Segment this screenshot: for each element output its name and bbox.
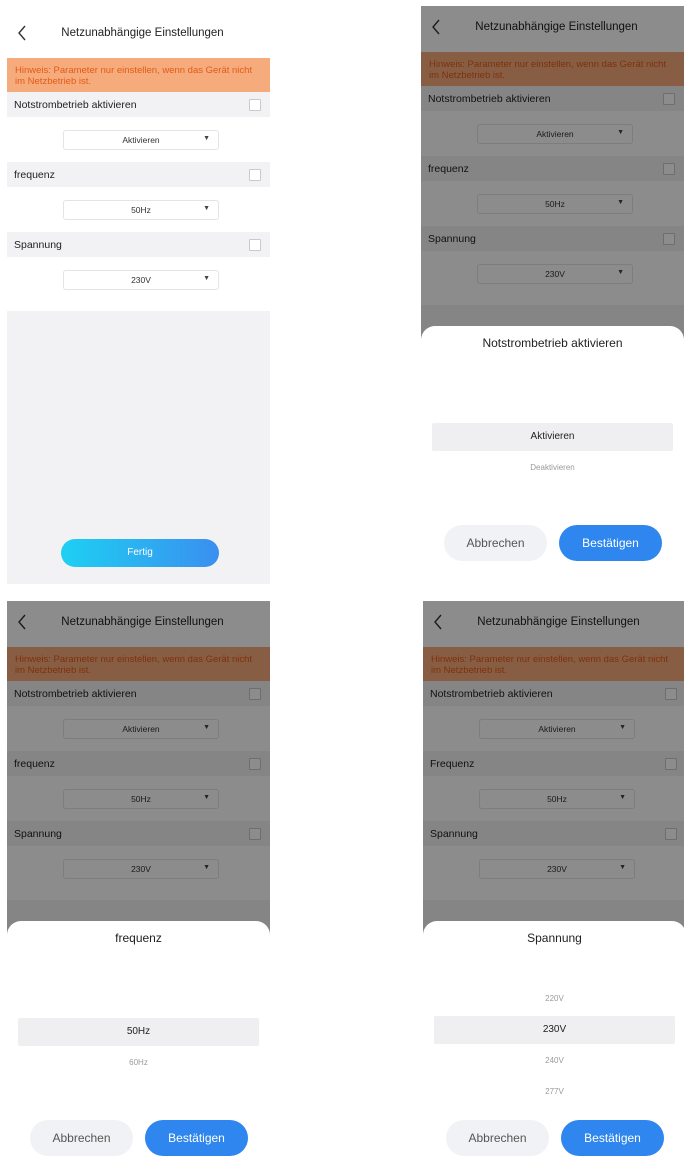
setting-row-frequency: frequenz: [7, 162, 270, 187]
cancel-button[interactable]: Abbrechen: [30, 1120, 133, 1156]
select-value: 50Hz: [131, 205, 151, 215]
picker-option[interactable]: Deaktivieren: [432, 454, 673, 482]
picker-title: Notstrombetrieb aktivieren: [482, 336, 623, 350]
picker-title: frequenz: [115, 931, 162, 945]
picker-option[interactable]: 60Hz: [18, 1049, 259, 1077]
select-row: Aktivieren ▼: [7, 117, 270, 162]
confirm-button[interactable]: Bestätigen: [559, 525, 662, 561]
triangle-down-icon: ▼: [203, 135, 210, 142]
select-value: Aktivieren: [122, 135, 160, 145]
screen-settings: Netzunabhängige Einstellungen Hinweis: P…: [7, 12, 270, 584]
setting-label: Notstrombetrieb aktivieren: [14, 99, 137, 111]
picker-title: Spannung: [527, 931, 582, 945]
notice-banner: Hinweis: Parameter nur einstellen, wenn …: [7, 58, 270, 92]
checkbox[interactable]: [249, 169, 261, 181]
screen-emergency-picker: Netzunabhängige Einstellungen Hinweis: P…: [421, 6, 684, 578]
cancel-button[interactable]: Abbrechen: [444, 525, 547, 561]
cancel-button[interactable]: Abbrechen: [446, 1120, 549, 1156]
picker-option[interactable]: 277V: [434, 1078, 675, 1106]
confirm-button[interactable]: Bestätigen: [145, 1120, 248, 1156]
setting-label: Spannung: [14, 239, 62, 251]
voltage-select[interactable]: 230V ▼: [63, 270, 219, 290]
triangle-down-icon: ▼: [203, 205, 210, 212]
emergency-mode-select[interactable]: Aktivieren ▼: [63, 130, 219, 150]
checkbox[interactable]: [249, 99, 261, 111]
picker-option[interactable]: 50Hz: [18, 1018, 259, 1046]
picker-sheet: Notstrombetrieb aktivieren Aktivieren De…: [421, 326, 684, 578]
done-button[interactable]: Fertig: [61, 539, 219, 567]
page-title: Netzunabhängige Einstellungen: [61, 27, 224, 39]
checkbox[interactable]: [249, 239, 261, 251]
header: Netzunabhängige Einstellungen: [7, 12, 270, 58]
select-row: 230V ▼: [7, 257, 270, 302]
setting-row-voltage: Spannung: [7, 232, 270, 257]
picker-option[interactable]: 220V: [434, 985, 675, 1013]
confirm-button[interactable]: Bestätigen: [561, 1120, 664, 1156]
picker-sheet: Spannung 220V 230V 240V 277V Abbrechen B…: [423, 921, 684, 1173]
frequency-select[interactable]: 50Hz ▼: [63, 200, 219, 220]
picker-option[interactable]: 240V: [434, 1047, 675, 1075]
setting-label: frequenz: [14, 169, 55, 181]
picker-sheet: frequenz 50Hz 60Hz Abbrechen Bestätigen: [7, 921, 270, 1173]
select-value: 230V: [131, 275, 151, 285]
setting-row-emergency: Notstrombetrieb aktivieren: [7, 92, 270, 117]
picker-option[interactable]: Aktivieren: [432, 423, 673, 451]
screen-voltage-picker: Netzunabhängige Einstellungen Hinweis: P…: [423, 601, 684, 1173]
select-row: 50Hz ▼: [7, 187, 270, 232]
screen-frequency-picker: Netzunabhängige Einstellungen Hinweis: P…: [7, 601, 270, 1173]
picker-option[interactable]: 230V: [434, 1016, 675, 1044]
triangle-down-icon: ▼: [203, 275, 210, 282]
